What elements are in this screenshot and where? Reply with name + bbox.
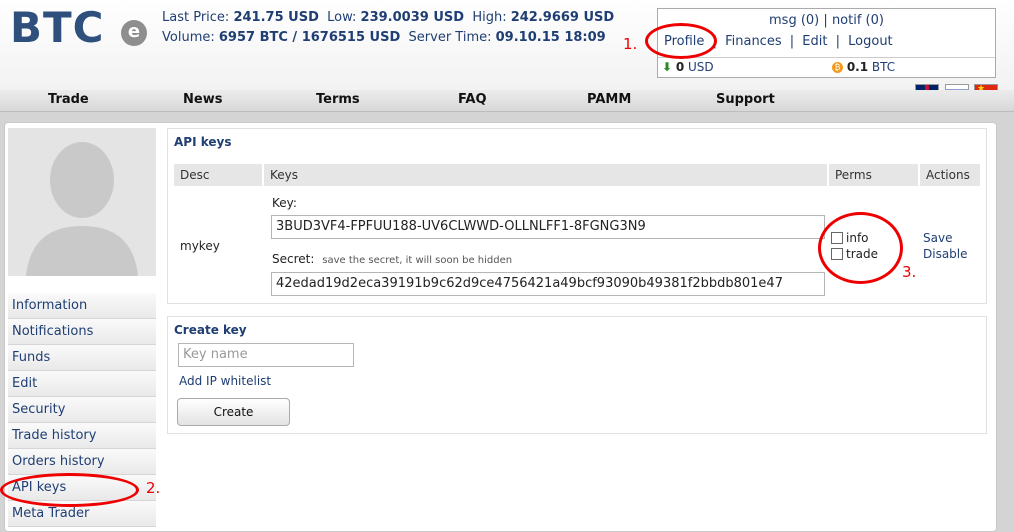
- btc-balance: ₿ 0.1 BTC: [832, 60, 895, 74]
- sidebar-item-orders-history[interactable]: Orders history: [8, 449, 156, 475]
- save-key-link[interactable]: Save: [923, 231, 952, 245]
- column-header-keys: Keys: [264, 164, 827, 186]
- secret-hint: save the secret, it will soon be hidden: [322, 255, 513, 266]
- annotation-oval-profile: [645, 23, 717, 59]
- disable-key-link[interactable]: Disable: [923, 247, 968, 261]
- low-value: 239.0039 USD: [360, 10, 465, 25]
- nav-terms[interactable]: Terms: [316, 92, 360, 107]
- volume-label: Volume:: [162, 30, 215, 45]
- sidebar-item-security[interactable]: Security: [8, 397, 156, 423]
- separator: |: [823, 13, 828, 28]
- key-label: Key:: [272, 196, 297, 210]
- sidebar-item-funds[interactable]: Funds: [8, 345, 156, 371]
- usd-amount: 0: [675, 60, 685, 74]
- user-messages-row: msg (0) | notif (0): [658, 13, 995, 28]
- annotation-oval-api-keys: [0, 473, 139, 507]
- msg-link[interactable]: msg (0): [769, 13, 819, 28]
- logout-link[interactable]: Logout: [848, 34, 893, 49]
- main-nav: Trade News Terms FAQ PAMM Support: [0, 90, 1014, 112]
- header: BTC e Last Price: 241.75 USD Low: 239.00…: [0, 0, 1014, 100]
- btc-amount: 0.1: [846, 60, 869, 74]
- sidebar-item-information[interactable]: Information: [8, 293, 156, 319]
- server-time-label: Server Time:: [408, 30, 492, 45]
- column-header-perms: Perms: [829, 164, 918, 186]
- nav-faq[interactable]: FAQ: [458, 92, 487, 107]
- high-value: 242.9669 USD: [510, 10, 615, 25]
- nav-pamm[interactable]: PAMM: [587, 92, 631, 107]
- server-time-value: 09.10.15 18:09: [495, 30, 606, 45]
- api-keys-title: API keys: [174, 135, 232, 149]
- usd-unit: USD: [688, 60, 714, 74]
- deposit-arrow-icon[interactable]: ⬇: [662, 61, 672, 73]
- btc-unit: BTC: [871, 60, 896, 74]
- low-label: Low:: [327, 10, 357, 25]
- annotation-label-1: 1.: [623, 35, 638, 53]
- nav-trade[interactable]: Trade: [48, 92, 89, 107]
- secret-label-text: Secret:: [272, 252, 315, 266]
- logo-badge: e: [121, 20, 147, 46]
- market-stats: Last Price: 241.75 USD Low: 239.0039 USD…: [162, 8, 614, 48]
- separator: |: [789, 34, 795, 49]
- bitcoin-icon: ₿: [832, 62, 843, 73]
- site-logo[interactable]: BTC: [10, 6, 105, 50]
- sidebar-item-edit[interactable]: Edit: [8, 371, 156, 397]
- separator: |: [835, 34, 840, 49]
- annotation-oval-perms: [818, 212, 903, 284]
- key-name-input[interactable]: Key name: [178, 343, 354, 367]
- sidebar-item-trade-history[interactable]: Trade history: [8, 423, 156, 449]
- avatar-silhouette-icon: [8, 128, 156, 276]
- api-secret-field[interactable]: 42edad19d2eca39191b9c62d9ce4756421a49bcf…: [271, 272, 825, 296]
- key-description: mykey: [180, 239, 220, 253]
- api-keys-table-header: Desc Keys Perms Actions: [174, 164, 980, 186]
- create-key-title: Create key: [174, 323, 247, 337]
- create-key-panel: Create key Key name Add IP whitelist Cre…: [167, 316, 987, 434]
- avatar: [8, 128, 156, 276]
- last-price-value: 241.75 USD: [233, 10, 319, 25]
- volume-value: 6957 BTC / 1676515 USD: [218, 30, 401, 45]
- nav-news[interactable]: News: [183, 92, 222, 107]
- secret-label: Secret: save the secret, it will soon be…: [272, 252, 512, 266]
- column-header-desc: Desc: [174, 164, 262, 186]
- nav-support[interactable]: Support: [716, 92, 775, 107]
- finances-link[interactable]: Finances: [725, 34, 782, 49]
- usd-balance: ⬇ 0 USD: [662, 60, 714, 74]
- notif-link[interactable]: notif (0): [832, 13, 884, 28]
- column-header-actions: Actions: [920, 164, 980, 186]
- create-key-button[interactable]: Create: [177, 398, 290, 426]
- api-key-field[interactable]: 3BUD3VF4-FPFUU188-UV6CLWWD-OLLNLFF1-8FGN…: [271, 215, 825, 239]
- add-ip-whitelist-link[interactable]: Add IP whitelist: [179, 374, 271, 388]
- divider: [658, 57, 995, 58]
- sidebar-item-notifications[interactable]: Notifications: [8, 319, 156, 345]
- last-price-label: Last Price:: [162, 10, 230, 25]
- high-label: High:: [472, 10, 507, 25]
- annotation-label-3: 3.: [902, 263, 917, 281]
- edit-link[interactable]: Edit: [802, 34, 827, 49]
- annotation-label-2: 2.: [146, 479, 161, 497]
